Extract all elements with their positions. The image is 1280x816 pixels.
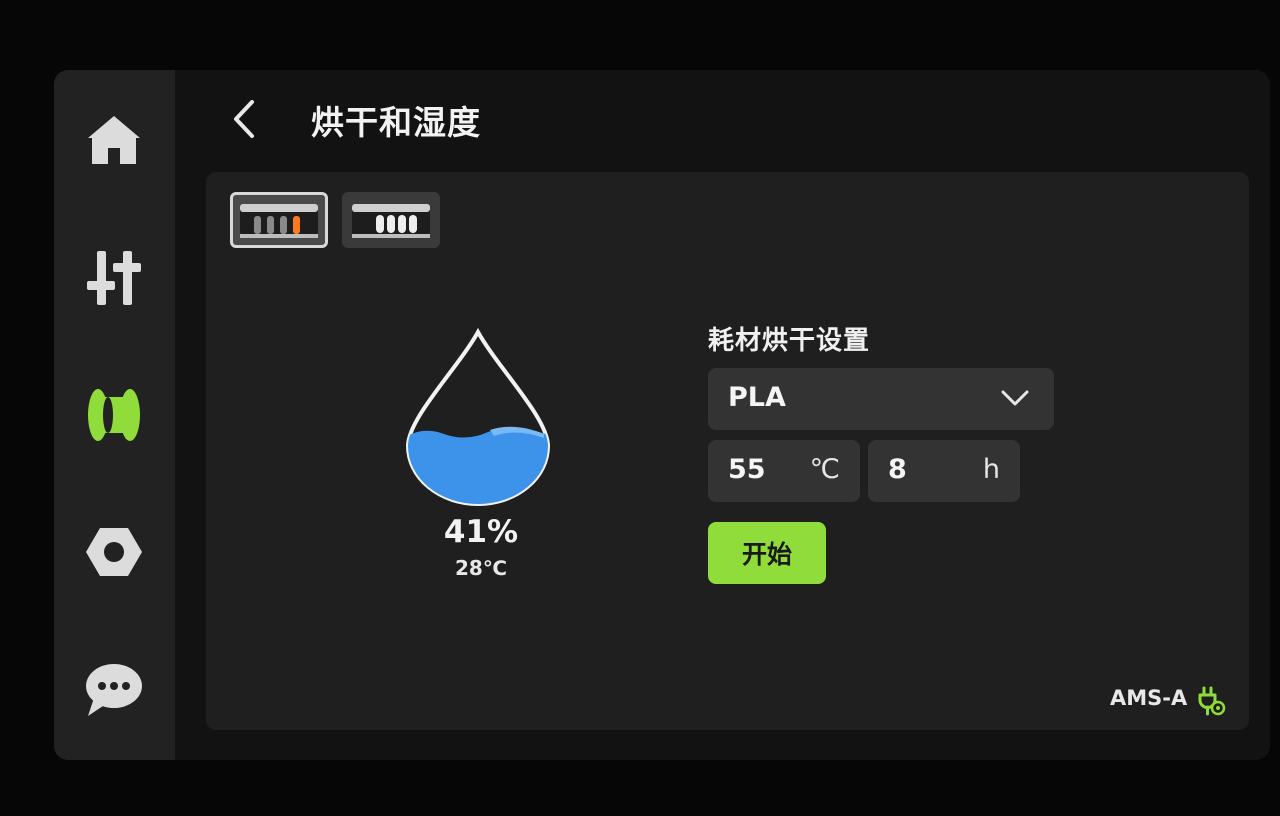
tab-ams-unit-1[interactable] (230, 192, 328, 248)
nav-messages[interactable] (72, 648, 156, 732)
sidebar (54, 70, 175, 760)
ams-unit-label: AMS-A (1110, 686, 1188, 710)
chevron-down-icon (1001, 390, 1029, 406)
drying-time-value: 8 (888, 454, 907, 485)
nav-filament[interactable] (72, 373, 156, 457)
chat-bubble-icon (86, 664, 142, 716)
start-button[interactable]: 开始 (708, 522, 826, 584)
home-icon (88, 116, 140, 164)
drying-temperature-unit: ℃ (809, 454, 840, 485)
nav-settings[interactable] (72, 510, 156, 594)
page-title: 烘干和湿度 (311, 103, 481, 142)
humidity-drop-icon (405, 328, 551, 506)
drying-time-unit: h (982, 454, 1000, 485)
drying-temperature-value: 55 (728, 454, 766, 485)
material-select[interactable]: PLA (708, 368, 1054, 430)
chevron-left-icon (234, 100, 254, 138)
power-plug-icon (1198, 686, 1226, 716)
nav-controls[interactable] (72, 236, 156, 320)
drying-settings-title: 耗材烘干设置 (708, 326, 871, 356)
ams-unit-icon (240, 204, 318, 238)
sliders-icon (87, 251, 141, 305)
hex-nut-icon (86, 528, 142, 576)
nav-home[interactable] (72, 98, 156, 182)
humidity-water-fill (408, 427, 548, 504)
material-value: PLA (728, 382, 786, 413)
device-screen: 烘干和湿度 41% 28℃ 耗材烘干设置 PLA 55 ℃ 8 h 开始 AMS… (54, 70, 1270, 760)
back-button[interactable] (222, 96, 266, 142)
ams-lite-unit-icon (352, 204, 430, 238)
tab-ams-unit-2[interactable] (342, 192, 440, 248)
humidity-value: 41% (443, 514, 519, 550)
drying-panel: 41% 28℃ 耗材烘干设置 PLA 55 ℃ 8 h 开始 AMS-A (206, 172, 1249, 730)
spool-icon (88, 389, 140, 441)
chamber-temperature: 28℃ (454, 556, 508, 580)
drying-temperature-field[interactable]: 55 ℃ (708, 440, 860, 502)
drying-time-field[interactable]: 8 h (868, 440, 1020, 502)
